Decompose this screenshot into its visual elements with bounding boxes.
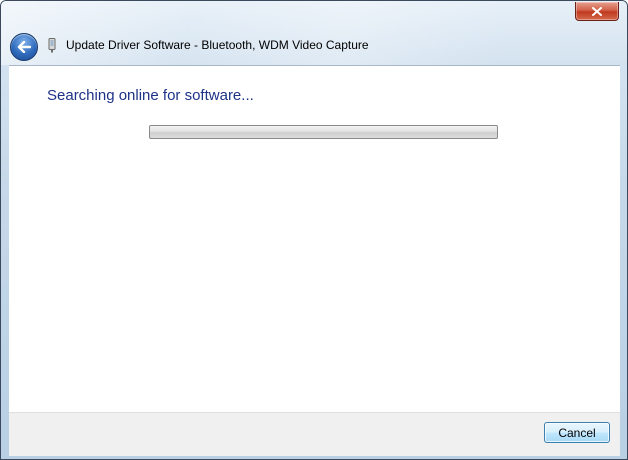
- back-arrow-icon: [17, 41, 31, 53]
- page-heading: Searching online for software...: [47, 87, 254, 104]
- back-button[interactable]: [10, 33, 38, 61]
- close-button[interactable]: [575, 2, 619, 21]
- window-title: Update Driver Software - Bluetooth, WDM …: [66, 38, 369, 52]
- dialog-footer: Cancel: [9, 412, 620, 456]
- update-driver-window: Update Driver Software - Bluetooth, WDM …: [0, 0, 628, 460]
- content-panel: Searching online for software...: [9, 65, 620, 413]
- device-icon: [48, 38, 56, 53]
- search-progress-bar: [149, 125, 498, 139]
- cancel-button[interactable]: Cancel: [544, 422, 610, 443]
- close-icon: [592, 6, 602, 16]
